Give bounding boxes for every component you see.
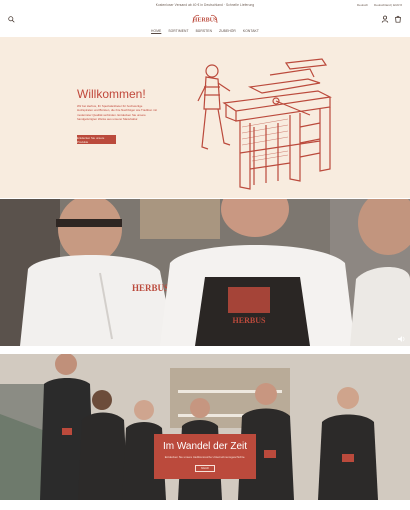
brand-logo[interactable]: HERBUS	[191, 13, 219, 25]
main-nav: HOME SORTIMENT BÜRSTEN ZUBEHÖR KONTAKT	[0, 29, 410, 37]
currency-selector[interactable]: Deutschland | EUR €	[374, 3, 402, 7]
announcement-bar: Kostenloser Versand ab 40 € in Deutschla…	[0, 0, 410, 9]
svg-text:HERBUS: HERBUS	[132, 283, 169, 293]
hero-title: Willkommen!	[77, 87, 146, 101]
hero-cta-button[interactable]: Entdecken Sie unsere Produkte	[77, 135, 116, 144]
promo-text: Kostenloser Versand ab 40 € in Deutschla…	[155, 2, 255, 7]
nav-item-buersten[interactable]: BÜRSTEN	[196, 29, 212, 37]
nav-item-sortiment[interactable]: SORTIMENT	[168, 29, 188, 37]
search-icon[interactable]	[8, 16, 15, 23]
banner-subtitle: Entdecken Sie unsere traditionsreiche Un…	[164, 455, 246, 459]
nav-item-zubehoer[interactable]: ZUBEHÖR	[219, 29, 236, 37]
banner-more-button[interactable]: MEHR	[195, 465, 215, 472]
account-icon[interactable]	[381, 15, 389, 23]
language-selector[interactable]: Deutsch	[357, 3, 368, 7]
printing-press-illustration	[197, 58, 332, 190]
header-actions	[381, 15, 402, 23]
nav-item-home[interactable]: HOME	[151, 29, 161, 37]
banner-title: Im Wandel der Zeit	[162, 441, 248, 452]
craftsmen-video[interactable]: HERBUS HERBUS	[0, 199, 410, 346]
nav-item-kontakt[interactable]: KONTAKT	[243, 29, 259, 37]
cart-icon[interactable]	[394, 15, 402, 23]
svg-text:HERBUS: HERBUS	[233, 316, 266, 325]
history-banner: Im Wandel der Zeit Entdecken Sie unsere …	[154, 434, 256, 479]
locale-selectors: Deutsch Deutschland | EUR €	[357, 0, 402, 9]
svg-text:HERBUS: HERBUS	[193, 18, 218, 24]
hero-description: Wir bei Herbus, Ihr Spezialanbieter für …	[77, 104, 157, 121]
hero-section: Willkommen! Wir bei Herbus, Ihr Speziala…	[0, 37, 410, 198]
